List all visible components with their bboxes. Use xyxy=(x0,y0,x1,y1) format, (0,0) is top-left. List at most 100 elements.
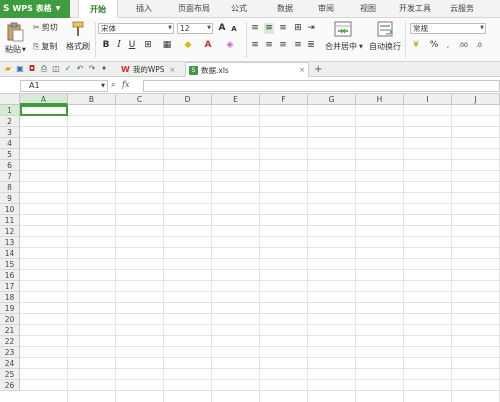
paste-icon[interactable] xyxy=(6,22,24,42)
row-header[interactable]: 12 xyxy=(0,226,20,237)
row-header[interactable]: 11 xyxy=(0,215,20,226)
borders-icon[interactable]: ⊞ xyxy=(143,40,153,51)
name-box[interactable]: A1 ▼ xyxy=(20,80,108,92)
indent-icon[interactable]: ⇥ xyxy=(306,23,316,34)
font-name-select[interactable]: 宋体 ▼ xyxy=(98,23,174,34)
wrap-text-icon[interactable] xyxy=(377,21,393,37)
row-header[interactable]: 10 xyxy=(0,204,20,215)
orientation-icon[interactable]: ⊞ xyxy=(293,23,303,34)
tab-page-layout[interactable]: 页面布局 xyxy=(168,0,220,18)
tab-insert[interactable]: 插入 xyxy=(124,0,164,18)
clear-format-icon[interactable]: ◈ xyxy=(225,40,235,51)
fill-color-icon[interactable]: ◆ xyxy=(183,40,193,51)
row-header[interactable]: 25 xyxy=(0,369,20,380)
close-icon[interactable]: × xyxy=(299,66,305,74)
select-all-corner[interactable] xyxy=(0,94,20,105)
column-header[interactable]: E xyxy=(212,94,260,105)
insert-function-button[interactable]: fx xyxy=(122,80,129,89)
column-header[interactable]: D xyxy=(164,94,212,105)
close-icon[interactable]: × xyxy=(170,66,176,74)
format-painter-button[interactable]: 格式刷 xyxy=(66,41,90,52)
row-header[interactable]: 2 xyxy=(0,116,20,127)
number-format-select[interactable]: 常规 ▼ xyxy=(410,23,486,34)
row-header[interactable]: 26 xyxy=(0,380,20,391)
column-header[interactable]: F xyxy=(260,94,308,105)
decrease-font-icon[interactable]: A xyxy=(229,24,239,35)
print-preview-icon[interactable]: ◫ xyxy=(50,63,62,75)
row-header[interactable]: 16 xyxy=(0,270,20,281)
row-header[interactable]: 5 xyxy=(0,149,20,160)
tab-cloud-service[interactable]: 云服务 xyxy=(442,0,482,18)
column-header[interactable]: J xyxy=(452,94,500,105)
distributed-icon[interactable]: ≣ xyxy=(306,40,316,51)
save-icon[interactable]: ▣ xyxy=(14,63,26,75)
spreadsheet-grid[interactable]: A B C D E F G H I J 1 2 3 4 5 6 7 8 9 10 11 12 13 14 15 16 17 18 19 2… xyxy=(0,94,500,402)
font-color-icon[interactable]: A xyxy=(203,40,213,51)
row-header[interactable]: 13 xyxy=(0,237,20,248)
tab-data[interactable]: 数据 xyxy=(267,0,303,18)
cut-button[interactable]: ✂ 剪切 xyxy=(33,22,58,33)
align-bottom-icon[interactable]: ≡ xyxy=(278,23,288,34)
row-header[interactable]: 4 xyxy=(0,138,20,149)
column-header[interactable]: A xyxy=(20,94,68,105)
paste-button[interactable]: 粘贴 ▼ xyxy=(5,44,26,55)
row-header[interactable]: 21 xyxy=(0,325,20,336)
zoom-icon[interactable]: ⌕ xyxy=(111,80,115,90)
tab-developer[interactable]: 开发工具 xyxy=(392,0,438,18)
column-header[interactable]: C xyxy=(116,94,164,105)
row-header[interactable]: 15 xyxy=(0,259,20,270)
increase-font-icon[interactable]: A xyxy=(217,23,227,34)
merge-center-button[interactable]: 合并居中 ▼ xyxy=(325,41,363,52)
format-painter-icon[interactable] xyxy=(70,21,86,37)
row-header[interactable]: 17 xyxy=(0,281,20,292)
justify-icon[interactable]: ≡ xyxy=(293,40,303,51)
active-cell[interactable] xyxy=(20,105,68,116)
app-menu-button[interactable]: S WPS 表格 ▼ xyxy=(0,0,70,18)
italic-button[interactable]: I xyxy=(114,40,124,51)
underline-button[interactable]: U xyxy=(127,40,137,51)
redo-icon[interactable]: ↷ xyxy=(86,63,98,75)
tab-view[interactable]: 视图 xyxy=(350,0,386,18)
row-header[interactable]: 23 xyxy=(0,347,20,358)
align-center-icon[interactable]: ≡ xyxy=(264,40,274,51)
align-middle-icon[interactable]: ≡ xyxy=(264,23,274,34)
column-header[interactable]: G xyxy=(308,94,356,105)
increase-decimal-icon[interactable]: .00 xyxy=(458,40,468,51)
row-header[interactable]: 1 xyxy=(0,105,20,116)
row-header[interactable]: 19 xyxy=(0,303,20,314)
export-pdf-icon[interactable]: ◘ xyxy=(26,63,38,75)
row-header[interactable]: 6 xyxy=(0,160,20,171)
row-header[interactable]: 3 xyxy=(0,127,20,138)
chevron-down-icon[interactable]: ▼ xyxy=(98,63,110,75)
formula-input[interactable] xyxy=(143,80,500,92)
row-header[interactable]: 8 xyxy=(0,182,20,193)
currency-icon[interactable]: ¥ xyxy=(411,40,421,51)
row-header[interactable]: 20 xyxy=(0,314,20,325)
copy-button[interactable]: ⎘ 复制 xyxy=(33,41,57,52)
tab-review[interactable]: 审阅 xyxy=(308,0,344,18)
bold-button[interactable]: B xyxy=(101,40,111,51)
table-style-icon[interactable]: ▦ xyxy=(162,40,172,51)
tab-formulas[interactable]: 公式 xyxy=(223,0,255,18)
align-top-icon[interactable]: ≡ xyxy=(250,23,260,34)
merge-center-icon[interactable] xyxy=(334,21,352,37)
new-tab-button[interactable]: + xyxy=(311,62,325,77)
row-header[interactable]: 22 xyxy=(0,336,20,347)
row-header[interactable]: 18 xyxy=(0,292,20,303)
undo-icon[interactable]: ↶ xyxy=(74,63,86,75)
doc-tab-data-xls[interactable]: S 数据.xls × xyxy=(185,62,309,77)
align-left-icon[interactable]: ≡ xyxy=(250,40,260,51)
row-header[interactable]: 7 xyxy=(0,171,20,182)
thousands-separator-icon[interactable]: , xyxy=(443,40,453,51)
font-size-select[interactable]: 12 ▼ xyxy=(177,23,213,34)
wrap-text-button[interactable]: 自动换行 xyxy=(369,41,401,52)
row-header[interactable]: 9 xyxy=(0,193,20,204)
row-header[interactable]: 14 xyxy=(0,248,20,259)
percent-button[interactable]: % xyxy=(429,40,439,51)
column-header[interactable]: H xyxy=(356,94,404,105)
column-header[interactable]: I xyxy=(404,94,452,105)
doc-tab-my-wps[interactable]: W 我的WPS × xyxy=(118,62,184,77)
decrease-decimal-icon[interactable]: .0 xyxy=(474,40,484,51)
folder-icon[interactable]: ▰ xyxy=(2,63,14,75)
print-icon[interactable]: ⎙ xyxy=(38,63,50,75)
